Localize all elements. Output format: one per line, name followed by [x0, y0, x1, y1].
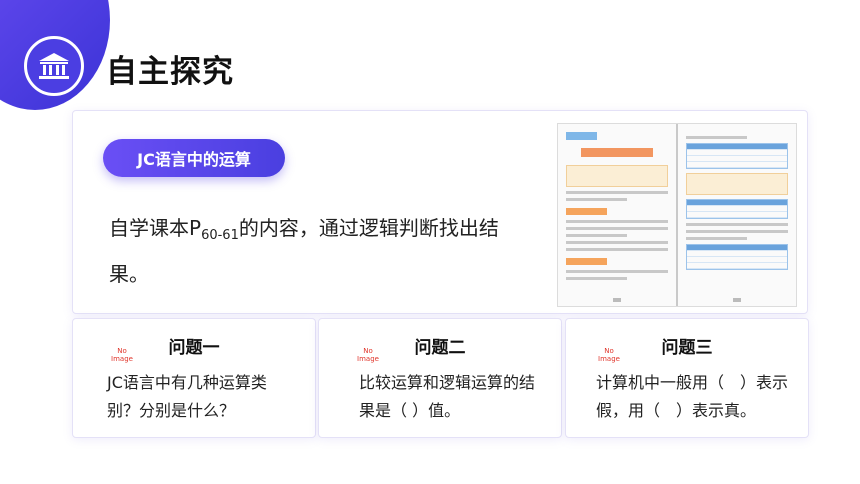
- question-text: 比较运算和逻辑运算的结果是（ ）值。: [359, 373, 536, 420]
- textbook-right-page: [678, 124, 796, 306]
- page-title: 自主探究: [106, 54, 234, 90]
- no-image-label-bottom: Image: [598, 355, 620, 363]
- no-image-placeholder: No Image: [109, 347, 135, 363]
- no-image-placeholder: No Image: [355, 347, 381, 363]
- intro-text-start: 自学课本P: [109, 216, 202, 240]
- textbook-left-page: [558, 124, 678, 306]
- intro-card: JC语言中的运算 自学课本P60-61的内容，通过逻辑判断找出结果。: [72, 110, 808, 314]
- textbook-pages-image: [557, 123, 797, 307]
- no-image-label-bottom: Image: [111, 355, 133, 363]
- no-image-placeholder: No Image: [596, 347, 622, 363]
- no-image-label-top: No: [363, 347, 373, 355]
- intro-instruction: 自学课本P60-61的内容，通过逻辑判断找出结果。: [109, 209, 509, 293]
- no-image-label-top: No: [117, 347, 127, 355]
- museum-icon: [24, 36, 84, 96]
- question-card-1: 问题一 No Image JC语言中有几种运算类别？分别是什么？: [72, 318, 316, 438]
- page-range: 60-61: [201, 228, 239, 243]
- no-image-label-top: No: [604, 347, 614, 355]
- topic-pill: JC语言中的运算: [103, 139, 285, 177]
- no-image-label-bottom: Image: [357, 355, 379, 363]
- museum-icon-graphic: [39, 53, 69, 79]
- question-text: JC语言中有几种运算类别？分别是什么？: [107, 373, 267, 420]
- question-text: 计算机中一般用（ ）表示假，用（ ）表示真。: [596, 373, 789, 420]
- question-card-3: 问题三 No Image 计算机中一般用（ ）表示假，用（ ）表示真。: [565, 318, 809, 438]
- question-card-2: 问题二 No Image 比较运算和逻辑运算的结果是（ ）值。: [318, 318, 562, 438]
